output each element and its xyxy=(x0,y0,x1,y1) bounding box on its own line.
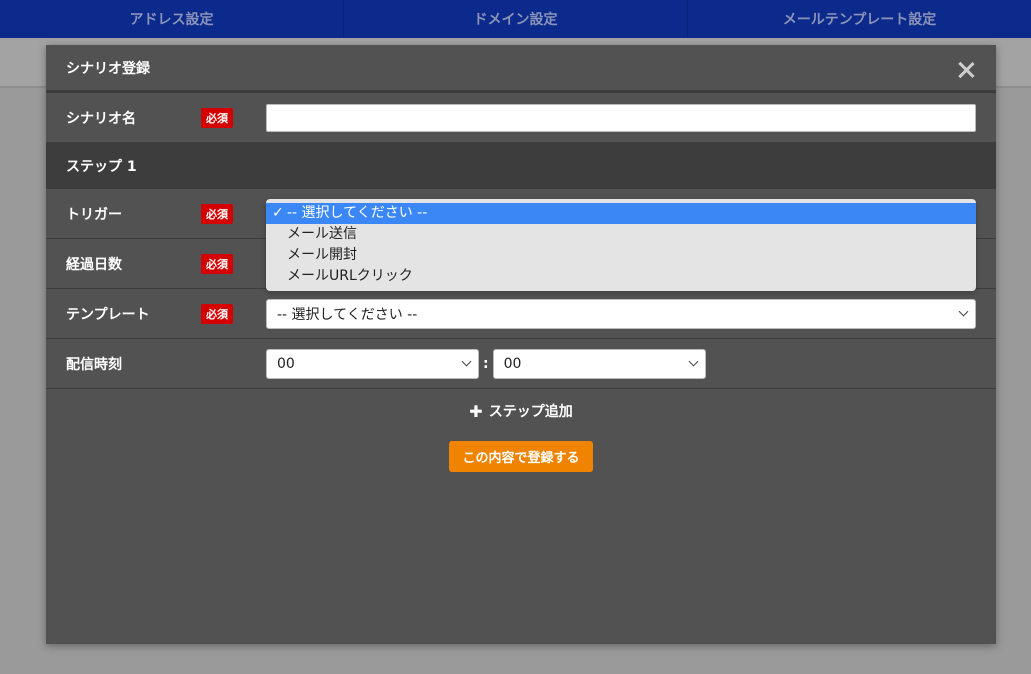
minute-select-value: 00 xyxy=(503,355,522,372)
modal-title: シナリオ登録 xyxy=(66,60,150,77)
dropdown-option-url-click[interactable]: メールURLクリック xyxy=(266,266,976,287)
delivery-time-row: 配信時刻 00 : 00 xyxy=(46,339,996,389)
trigger-label: トリガー xyxy=(66,206,122,223)
modal-header: シナリオ登録 xyxy=(46,45,996,93)
hour-select-value: 00 xyxy=(277,355,295,372)
step-header: ステップ 1 xyxy=(46,143,996,189)
required-badge: 必須 xyxy=(201,254,233,274)
required-badge: 必須 xyxy=(201,108,233,128)
scenario-name-row: シナリオ名 必須 xyxy=(46,93,996,143)
minute-select[interactable]: 00 xyxy=(492,348,706,379)
nav-address-settings[interactable]: アドレス設定 xyxy=(0,0,344,38)
template-row: テンプレート 必須 -- 選択してください -- xyxy=(46,289,996,339)
chevron-down-icon xyxy=(688,356,699,367)
hour-select[interactable]: 00 xyxy=(266,348,479,379)
scenario-register-modal: シナリオ登録 シナリオ名 必須 ステップ 1 トリガー 必須 経過日数 必須 テ… xyxy=(46,45,996,644)
template-select[interactable]: -- 選択してください -- xyxy=(266,298,976,329)
required-badge: 必須 xyxy=(201,304,233,324)
chevron-down-icon xyxy=(958,306,969,317)
template-select-value: -- 選択してください -- xyxy=(277,306,418,323)
nav-domain-settings[interactable]: ドメイン設定 xyxy=(344,0,688,38)
scenario-name-label: シナリオ名 xyxy=(66,110,136,127)
required-badge: 必須 xyxy=(201,204,233,224)
add-step-label: ステップ追加 xyxy=(488,404,573,420)
chevron-down-icon xyxy=(461,356,472,367)
option-label: -- 選択してください -- xyxy=(287,205,428,221)
add-step-button[interactable]: ✚ ステップ追加 xyxy=(46,389,996,433)
elapsed-days-label: 経過日数 xyxy=(66,256,122,273)
checkmark-icon: ✓ xyxy=(272,205,284,221)
top-navigation: アドレス設定 ドメイン設定 メールテンプレート設定 xyxy=(0,0,1031,38)
plus-icon: ✚ xyxy=(469,401,483,421)
dropdown-option-mail-sent[interactable]: メール送信 xyxy=(266,224,976,245)
dropdown-option-selected[interactable]: ✓ -- 選択してください -- xyxy=(266,203,976,224)
scenario-name-input[interactable] xyxy=(266,103,976,132)
dropdown-option-mail-opened[interactable]: メール開封 xyxy=(266,245,976,266)
submit-button[interactable]: この内容で登録する xyxy=(449,441,593,472)
trigger-dropdown-list[interactable]: ✓ -- 選択してください -- メール送信 メール開封 メールURLクリック xyxy=(266,199,976,291)
delivery-time-label: 配信時刻 xyxy=(66,356,122,373)
nav-mail-template-settings[interactable]: メールテンプレート設定 xyxy=(688,0,1031,38)
time-separator: : xyxy=(483,355,489,372)
template-label: テンプレート xyxy=(66,306,150,323)
close-icon[interactable] xyxy=(956,60,976,80)
